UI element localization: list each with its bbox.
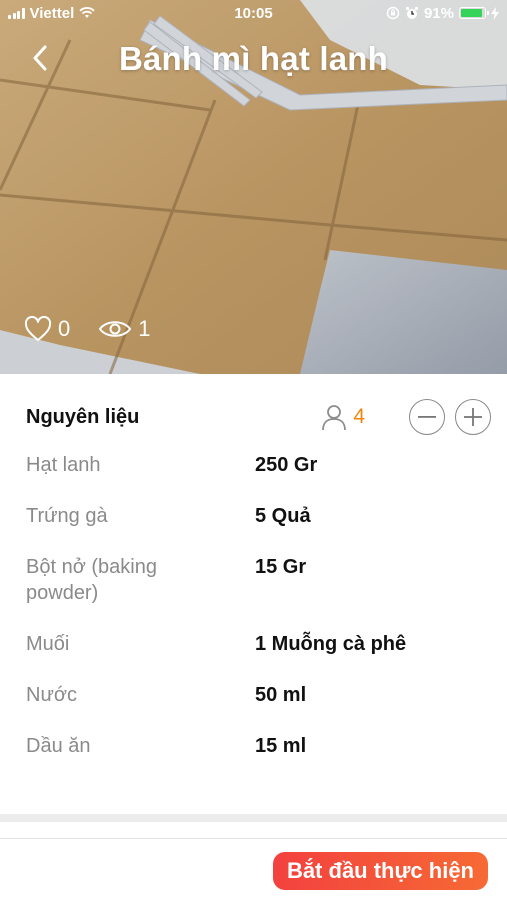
ingredient-name: Muối bbox=[26, 633, 70, 655]
heart-icon bbox=[24, 316, 52, 341]
ingredients-header: Nguyên liệu 4 bbox=[26, 394, 491, 440]
ingredient-name: Trứng gà bbox=[26, 505, 108, 527]
alarm-icon bbox=[405, 6, 419, 19]
ingredient-row: Trứng gà 5 Quả bbox=[26, 503, 486, 554]
increase-servings-button[interactable] bbox=[455, 399, 491, 435]
battery-icon bbox=[459, 7, 489, 19]
ingredient-name: Dầu ăn bbox=[26, 735, 91, 757]
ingredient-quantity: 50 ml bbox=[255, 684, 307, 706]
ingredient-row: Hạt lanh 250 Gr bbox=[26, 452, 486, 503]
servings-indicator: 4 bbox=[321, 403, 365, 431]
ingredient-name: Bột nở (baking powder) bbox=[26, 556, 157, 604]
ingredients-heading: Nguyên liệu bbox=[26, 405, 140, 428]
recipe-title: Bánh mì hạt lanh bbox=[118, 40, 389, 77]
plus-icon bbox=[464, 408, 482, 426]
ingredient-name: Hạt lanh bbox=[26, 454, 101, 476]
likes-stat[interactable]: 0 bbox=[24, 316, 70, 342]
ingredient-row: Dầu ăn 15 ml bbox=[26, 733, 486, 784]
servings-count: 4 bbox=[353, 405, 365, 428]
cellular-signal-icon bbox=[8, 7, 25, 19]
ingredient-name: Nước bbox=[26, 684, 77, 706]
ingredient-quantity: 250 Gr bbox=[255, 454, 318, 476]
ingredient-row: Nước 50 ml bbox=[26, 682, 486, 733]
minus-icon bbox=[418, 416, 436, 418]
section-divider bbox=[0, 814, 507, 822]
decrease-servings-button[interactable] bbox=[409, 399, 445, 435]
ingredient-quantity: 1 Muỗng cà phê bbox=[255, 633, 407, 655]
person-icon bbox=[322, 405, 347, 431]
battery-percent: 91% bbox=[423, 4, 454, 22]
recipe-stats: 0 1 bbox=[24, 316, 171, 342]
ingredient-quantity: 5 Quả bbox=[255, 505, 311, 527]
ingredient-quantity: 15 ml bbox=[255, 735, 307, 757]
eye-icon bbox=[99, 321, 132, 337]
ingredient-quantity: 15 Gr bbox=[255, 556, 307, 578]
charging-bolt-icon bbox=[491, 6, 499, 20]
start-cooking-button[interactable]: Bắt đầu thực hiện bbox=[272, 852, 488, 890]
carrier-name: Viettel bbox=[29, 4, 75, 22]
orientation-lock-icon bbox=[386, 6, 400, 20]
views-count: 1 bbox=[138, 316, 151, 341]
views-stat: 1 bbox=[98, 316, 151, 342]
status-bar: Viettel 10:05 91% bbox=[0, 0, 507, 26]
likes-count: 0 bbox=[58, 316, 71, 341]
wifi-icon bbox=[79, 7, 95, 18]
ingredients-list: Hạt lanh 250 Gr Trứng gà 5 Quả Bột nở (b… bbox=[26, 452, 486, 784]
footer-divider bbox=[0, 838, 507, 839]
ingredient-row: Muối 1 Muỗng cà phê bbox=[26, 631, 486, 682]
ingredient-row: Bột nở (baking powder) 15 Gr bbox=[26, 554, 486, 631]
